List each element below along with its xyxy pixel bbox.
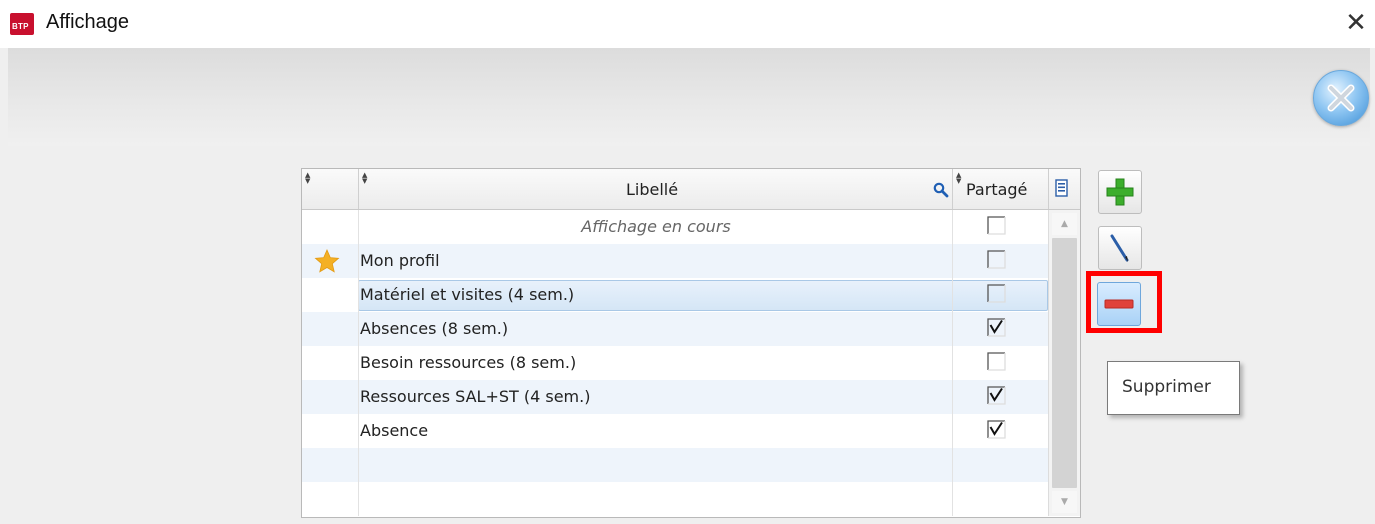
table-row[interactable]: Besoin ressources (8 sem.) — [302, 346, 1048, 380]
sort-arrows-icon[interactable]: ▲ ▼ — [956, 172, 961, 185]
row-label: Absence — [360, 421, 429, 440]
shared-cell — [952, 346, 1049, 380]
favorite-cell — [302, 346, 359, 380]
column-settings-icon[interactable] — [1054, 179, 1070, 199]
vertical-scrollbar[interactable]: ▲ ▼ — [1048, 210, 1080, 516]
column-header-favorite[interactable]: ▲ ▼ — [302, 169, 359, 209]
favorite-cell — [302, 312, 359, 346]
row-label: Besoin ressources (8 sem.) — [360, 353, 577, 372]
empty-row — [302, 448, 1048, 482]
pencil-icon — [1110, 234, 1129, 262]
favorite-cell — [302, 482, 359, 516]
shared-cell — [952, 414, 1049, 448]
shared-cell — [952, 380, 1049, 414]
shared-checkbox-checked[interactable] — [987, 386, 1006, 405]
table-row[interactable]: Ressources SAL+ST (4 sem.) — [302, 380, 1048, 414]
row-label: Absences (8 sem.) — [360, 319, 509, 338]
shared-checkbox-checked[interactable] — [987, 420, 1006, 439]
empty-row — [302, 482, 1048, 516]
favorite-cell — [302, 380, 359, 414]
scroll-thumb[interactable] — [1052, 238, 1077, 488]
add-button[interactable] — [1098, 170, 1142, 214]
favorite-cell — [302, 210, 359, 244]
row-label: Mon profil — [360, 251, 440, 270]
window-close-button[interactable]: ✕ — [1340, 6, 1372, 38]
search-icon[interactable] — [933, 182, 949, 198]
edit-button[interactable] — [1098, 226, 1142, 270]
close-circle-icon[interactable] — [1313, 70, 1369, 126]
shared-checkbox-checked[interactable] — [987, 318, 1006, 337]
scroll-down-icon[interactable]: ▼ — [1052, 491, 1077, 513]
table-row[interactable]: Absences (8 sem.) — [302, 312, 1048, 346]
favorite-cell — [302, 448, 359, 482]
favorite-cell — [302, 244, 359, 278]
star-icon — [314, 249, 340, 273]
table-row[interactable]: Mon profil — [302, 244, 1048, 278]
plus-icon — [1106, 178, 1134, 206]
shared-cell — [952, 278, 1049, 312]
scroll-up-icon[interactable]: ▲ — [1052, 213, 1077, 235]
column-header-libelle[interactable]: ▲ ▼ Libellé — [359, 169, 953, 209]
shared-checkbox[interactable] — [987, 284, 1006, 303]
row-label: Matériel et visites (4 sem.) — [360, 285, 575, 304]
header-band — [8, 48, 1370, 146]
table-row-selected[interactable]: Matériel et visites (4 sem.) — [302, 278, 1048, 312]
column-label-libelle: Libellé — [626, 180, 679, 199]
delete-button-highlight — [1086, 271, 1162, 333]
column-header-partage[interactable]: ▲ ▼ Partagé — [953, 169, 1049, 209]
row-label: Affichage en cours — [581, 217, 731, 236]
column-label-partage: Partagé — [966, 180, 1028, 199]
app-icon-text: BTP — [12, 22, 29, 31]
app-logo-icon: BTP — [10, 13, 34, 35]
title-bar: BTP Affichage ✕ — [0, 0, 1375, 48]
shared-cell — [952, 482, 1049, 516]
sort-arrows-icon[interactable]: ▲ ▼ — [362, 172, 367, 185]
shared-cell — [952, 312, 1049, 346]
dialog-content: ▲ ▼ ▲ ▼ Libellé ▲ ▼ Partagé Affichage en… — [0, 48, 1375, 524]
shared-cell — [952, 448, 1049, 482]
grid-body: Affichage en cours Mon profil Matériel e… — [302, 210, 1048, 516]
tooltip-text: Supprimer — [1122, 377, 1211, 397]
sort-arrows-icon[interactable]: ▲ ▼ — [305, 172, 310, 185]
display-grid: ▲ ▼ ▲ ▼ Libellé ▲ ▼ Partagé Affichage en… — [301, 168, 1081, 518]
table-row[interactable]: Affichage en cours — [302, 210, 1048, 244]
shared-checkbox[interactable] — [987, 352, 1006, 371]
shared-checkbox[interactable] — [987, 250, 1006, 269]
shared-checkbox[interactable] — [987, 216, 1006, 235]
shared-cell — [952, 244, 1049, 278]
window-title: Affichage — [46, 11, 130, 33]
table-row[interactable]: Absence — [302, 414, 1048, 448]
tooltip: Supprimer — [1107, 361, 1240, 415]
favorite-cell — [302, 414, 359, 448]
row-label: Ressources SAL+ST (4 sem.) — [360, 387, 591, 406]
favorite-cell — [302, 278, 359, 312]
grid-header: ▲ ▼ ▲ ▼ Libellé ▲ ▼ Partagé — [302, 169, 1080, 210]
shared-cell — [952, 210, 1049, 244]
